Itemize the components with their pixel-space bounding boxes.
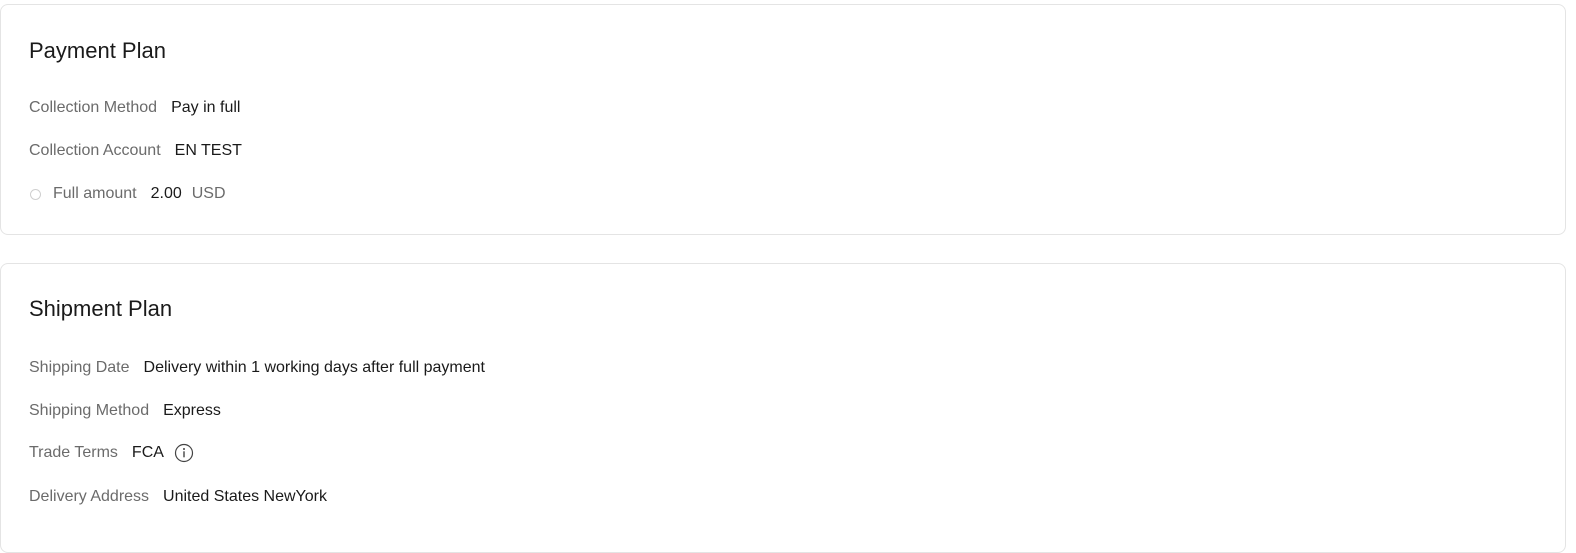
shipping-method-value: Express [163,402,221,419]
shipping-date-value: Delivery within 1 working days after ful… [143,359,485,376]
collection-method-label: Collection Method [29,99,158,116]
payment-plan-card: Payment Plan Collection Method Pay in fu… [0,4,1566,235]
collection-account-value: EN TEST [174,142,242,159]
delivery-address-row: Delivery Address United States NewYork [29,487,327,507]
shipping-date-label: Shipping Date [29,359,130,376]
full-amount-row[interactable]: Full amount 2.00 USD [29,184,226,204]
shipping-method-label: Shipping Method [29,402,150,419]
info-icon[interactable] [174,443,194,463]
trade-terms-label: Trade Terms [29,444,118,461]
delivery-address-label: Delivery Address [29,488,150,505]
trade-terms-row: Trade Terms FCA [29,443,194,463]
collection-method-row: Collection Method Pay in full [29,98,240,118]
shipping-date-row: Shipping Date Delivery within 1 working … [29,358,485,378]
collection-account-row: Collection Account EN TEST [29,141,242,161]
collection-account-label: Collection Account [29,142,161,159]
collection-method-value: Pay in full [171,99,241,116]
shipment-plan-card: Shipment Plan Shipping Date Delivery wit… [0,263,1566,553]
full-amount-radio[interactable] [30,188,41,200]
trade-terms-value: FCA [131,444,164,461]
full-amount-label: Full amount [53,185,137,202]
full-amount-value: 2.00 [150,185,182,202]
shipment-plan-title: Shipment Plan [29,296,173,321]
delivery-address-value: United States NewYork [163,488,327,505]
shipping-method-row: Shipping Method Express [29,401,221,421]
currency-unit: USD [191,185,226,202]
payment-plan-title: Payment Plan [29,38,166,63]
